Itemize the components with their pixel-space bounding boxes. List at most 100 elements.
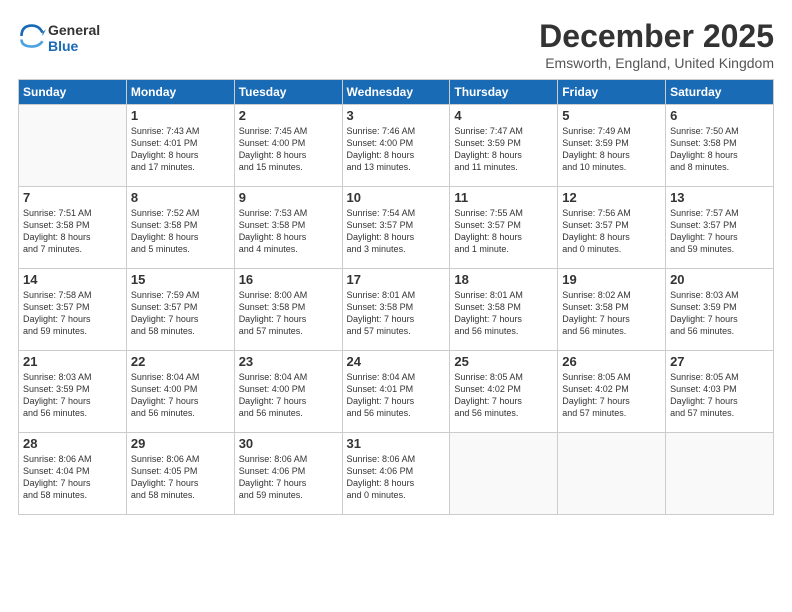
- day-info: Sunrise: 7:57 AM Sunset: 3:57 PM Dayligh…: [670, 207, 769, 256]
- day-number: 5: [562, 108, 661, 123]
- day-info: Sunrise: 7:54 AM Sunset: 3:57 PM Dayligh…: [347, 207, 446, 256]
- day-info: Sunrise: 8:04 AM Sunset: 4:00 PM Dayligh…: [131, 371, 230, 420]
- day-cell: 11 Sunrise: 7:55 AM Sunset: 3:57 PM Dayli…: [450, 187, 558, 269]
- day-cell: 3 Sunrise: 7:46 AM Sunset: 4:00 PM Daylig…: [342, 105, 450, 187]
- day-number: 25: [454, 354, 553, 369]
- day-cell: 27 Sunrise: 8:05 AM Sunset: 4:03 PM Dayli…: [666, 351, 774, 433]
- day-info: Sunrise: 7:55 AM Sunset: 3:57 PM Dayligh…: [454, 207, 553, 256]
- day-number: 27: [670, 354, 769, 369]
- day-number: 14: [23, 272, 122, 287]
- day-info: Sunrise: 8:06 AM Sunset: 4:05 PM Dayligh…: [131, 453, 230, 502]
- day-info: Sunrise: 7:59 AM Sunset: 3:57 PM Dayligh…: [131, 289, 230, 338]
- col-monday: Monday: [126, 80, 234, 105]
- day-number: 22: [131, 354, 230, 369]
- day-number: 26: [562, 354, 661, 369]
- day-info: Sunrise: 8:05 AM Sunset: 4:03 PM Dayligh…: [670, 371, 769, 420]
- day-number: 21: [23, 354, 122, 369]
- day-number: 6: [670, 108, 769, 123]
- day-info: Sunrise: 8:03 AM Sunset: 3:59 PM Dayligh…: [23, 371, 122, 420]
- col-sunday: Sunday: [19, 80, 127, 105]
- logo-text: General Blue: [48, 22, 100, 54]
- day-cell: 2 Sunrise: 7:45 AM Sunset: 4:00 PM Daylig…: [234, 105, 342, 187]
- day-number: 24: [347, 354, 446, 369]
- day-info: Sunrise: 8:01 AM Sunset: 3:58 PM Dayligh…: [454, 289, 553, 338]
- day-info: Sunrise: 7:53 AM Sunset: 3:58 PM Dayligh…: [239, 207, 338, 256]
- col-wednesday: Wednesday: [342, 80, 450, 105]
- day-number: 30: [239, 436, 338, 451]
- day-cell: 4Sunrise: 7:47 AM Sunset: 3:59 PM Daylig…: [450, 105, 558, 187]
- day-number: 11: [454, 190, 553, 205]
- day-number: 12: [562, 190, 661, 205]
- day-info: Sunrise: 8:06 AM Sunset: 4:04 PM Dayligh…: [23, 453, 122, 502]
- day-number: 28: [23, 436, 122, 451]
- day-cell: 7 Sunrise: 7:51 AM Sunset: 3:58 PM Daylig…: [19, 187, 127, 269]
- day-cell: 12Sunrise: 7:56 AM Sunset: 3:57 PM Dayli…: [558, 187, 666, 269]
- day-cell: 30 Sunrise: 8:06 AM Sunset: 4:06 PM Dayli…: [234, 433, 342, 515]
- col-tuesday: Tuesday: [234, 80, 342, 105]
- location: Emsworth, England, United Kingdom: [539, 55, 774, 71]
- day-cell: 24 Sunrise: 8:04 AM Sunset: 4:01 PM Dayli…: [342, 351, 450, 433]
- day-cell: 22 Sunrise: 8:04 AM Sunset: 4:00 PM Dayli…: [126, 351, 234, 433]
- day-number: 23: [239, 354, 338, 369]
- day-info: Sunrise: 7:58 AM Sunset: 3:57 PM Dayligh…: [23, 289, 122, 338]
- day-info: Sunrise: 7:46 AM Sunset: 4:00 PM Dayligh…: [347, 125, 446, 174]
- col-friday: Friday: [558, 80, 666, 105]
- day-number: 29: [131, 436, 230, 451]
- header: General Blue December 2025 Emsworth, Eng…: [18, 18, 774, 71]
- day-cell: 18 Sunrise: 8:01 AM Sunset: 3:58 PM Dayli…: [450, 269, 558, 351]
- day-number: 9: [239, 190, 338, 205]
- day-info: Sunrise: 8:02 AM Sunset: 3:58 PM Dayligh…: [562, 289, 661, 338]
- day-number: 31: [347, 436, 446, 451]
- day-number: 7: [23, 190, 122, 205]
- day-info: Sunrise: 8:01 AM Sunset: 3:58 PM Dayligh…: [347, 289, 446, 338]
- day-cell: 20Sunrise: 8:03 AM Sunset: 3:59 PM Dayli…: [666, 269, 774, 351]
- day-cell: 9 Sunrise: 7:53 AM Sunset: 3:58 PM Daylig…: [234, 187, 342, 269]
- day-cell: [450, 433, 558, 515]
- day-cell: 13Sunrise: 7:57 AM Sunset: 3:57 PM Dayli…: [666, 187, 774, 269]
- day-cell: 8Sunrise: 7:52 AM Sunset: 3:58 PM Daylig…: [126, 187, 234, 269]
- day-cell: 1 Sunrise: 7:43 AM Sunset: 4:01 PM Daylig…: [126, 105, 234, 187]
- day-cell: [558, 433, 666, 515]
- day-info: Sunrise: 8:04 AM Sunset: 4:01 PM Dayligh…: [347, 371, 446, 420]
- day-info: Sunrise: 7:52 AM Sunset: 3:58 PM Dayligh…: [131, 207, 230, 256]
- title-block: December 2025 Emsworth, England, United …: [539, 18, 774, 71]
- day-info: Sunrise: 8:04 AM Sunset: 4:00 PM Dayligh…: [239, 371, 338, 420]
- day-info: Sunrise: 7:47 AM Sunset: 3:59 PM Dayligh…: [454, 125, 553, 174]
- day-number: 1: [131, 108, 230, 123]
- week-row-1: 1 Sunrise: 7:43 AM Sunset: 4:01 PM Daylig…: [19, 105, 774, 187]
- day-info: Sunrise: 7:50 AM Sunset: 3:58 PM Dayligh…: [670, 125, 769, 174]
- day-cell: 31 Sunrise: 8:06 AM Sunset: 4:06 PM Dayli…: [342, 433, 450, 515]
- day-info: Sunrise: 7:51 AM Sunset: 3:58 PM Dayligh…: [23, 207, 122, 256]
- day-cell: 5Sunrise: 7:49 AM Sunset: 3:59 PM Daylig…: [558, 105, 666, 187]
- logo-icon: [18, 22, 46, 50]
- day-cell: [19, 105, 127, 187]
- day-number: 19: [562, 272, 661, 287]
- day-info: Sunrise: 7:45 AM Sunset: 4:00 PM Dayligh…: [239, 125, 338, 174]
- day-info: Sunrise: 8:06 AM Sunset: 4:06 PM Dayligh…: [347, 453, 446, 502]
- day-cell: 17 Sunrise: 8:01 AM Sunset: 3:58 PM Dayli…: [342, 269, 450, 351]
- week-row-2: 7 Sunrise: 7:51 AM Sunset: 3:58 PM Daylig…: [19, 187, 774, 269]
- day-info: Sunrise: 7:43 AM Sunset: 4:01 PM Dayligh…: [131, 125, 230, 174]
- day-number: 3: [347, 108, 446, 123]
- day-number: 15: [131, 272, 230, 287]
- day-cell: 26Sunrise: 8:05 AM Sunset: 4:02 PM Dayli…: [558, 351, 666, 433]
- col-thursday: Thursday: [450, 80, 558, 105]
- day-cell: 16Sunrise: 8:00 AM Sunset: 3:58 PM Dayli…: [234, 269, 342, 351]
- day-info: Sunrise: 8:05 AM Sunset: 4:02 PM Dayligh…: [454, 371, 553, 420]
- day-number: 10: [347, 190, 446, 205]
- day-number: 20: [670, 272, 769, 287]
- day-number: 2: [239, 108, 338, 123]
- day-info: Sunrise: 8:06 AM Sunset: 4:06 PM Dayligh…: [239, 453, 338, 502]
- page: General Blue December 2025 Emsworth, Eng…: [0, 0, 792, 612]
- week-row-3: 14 Sunrise: 7:58 AM Sunset: 3:57 PM Dayli…: [19, 269, 774, 351]
- col-saturday: Saturday: [666, 80, 774, 105]
- day-cell: 14 Sunrise: 7:58 AM Sunset: 3:57 PM Dayli…: [19, 269, 127, 351]
- day-cell: 19 Sunrise: 8:02 AM Sunset: 3:58 PM Dayli…: [558, 269, 666, 351]
- month-title: December 2025: [539, 18, 774, 55]
- calendar: Sunday Monday Tuesday Wednesday Thursday…: [18, 79, 774, 515]
- day-number: 18: [454, 272, 553, 287]
- day-number: 17: [347, 272, 446, 287]
- day-cell: 6 Sunrise: 7:50 AM Sunset: 3:58 PM Daylig…: [666, 105, 774, 187]
- header-row: Sunday Monday Tuesday Wednesday Thursday…: [19, 80, 774, 105]
- day-number: 16: [239, 272, 338, 287]
